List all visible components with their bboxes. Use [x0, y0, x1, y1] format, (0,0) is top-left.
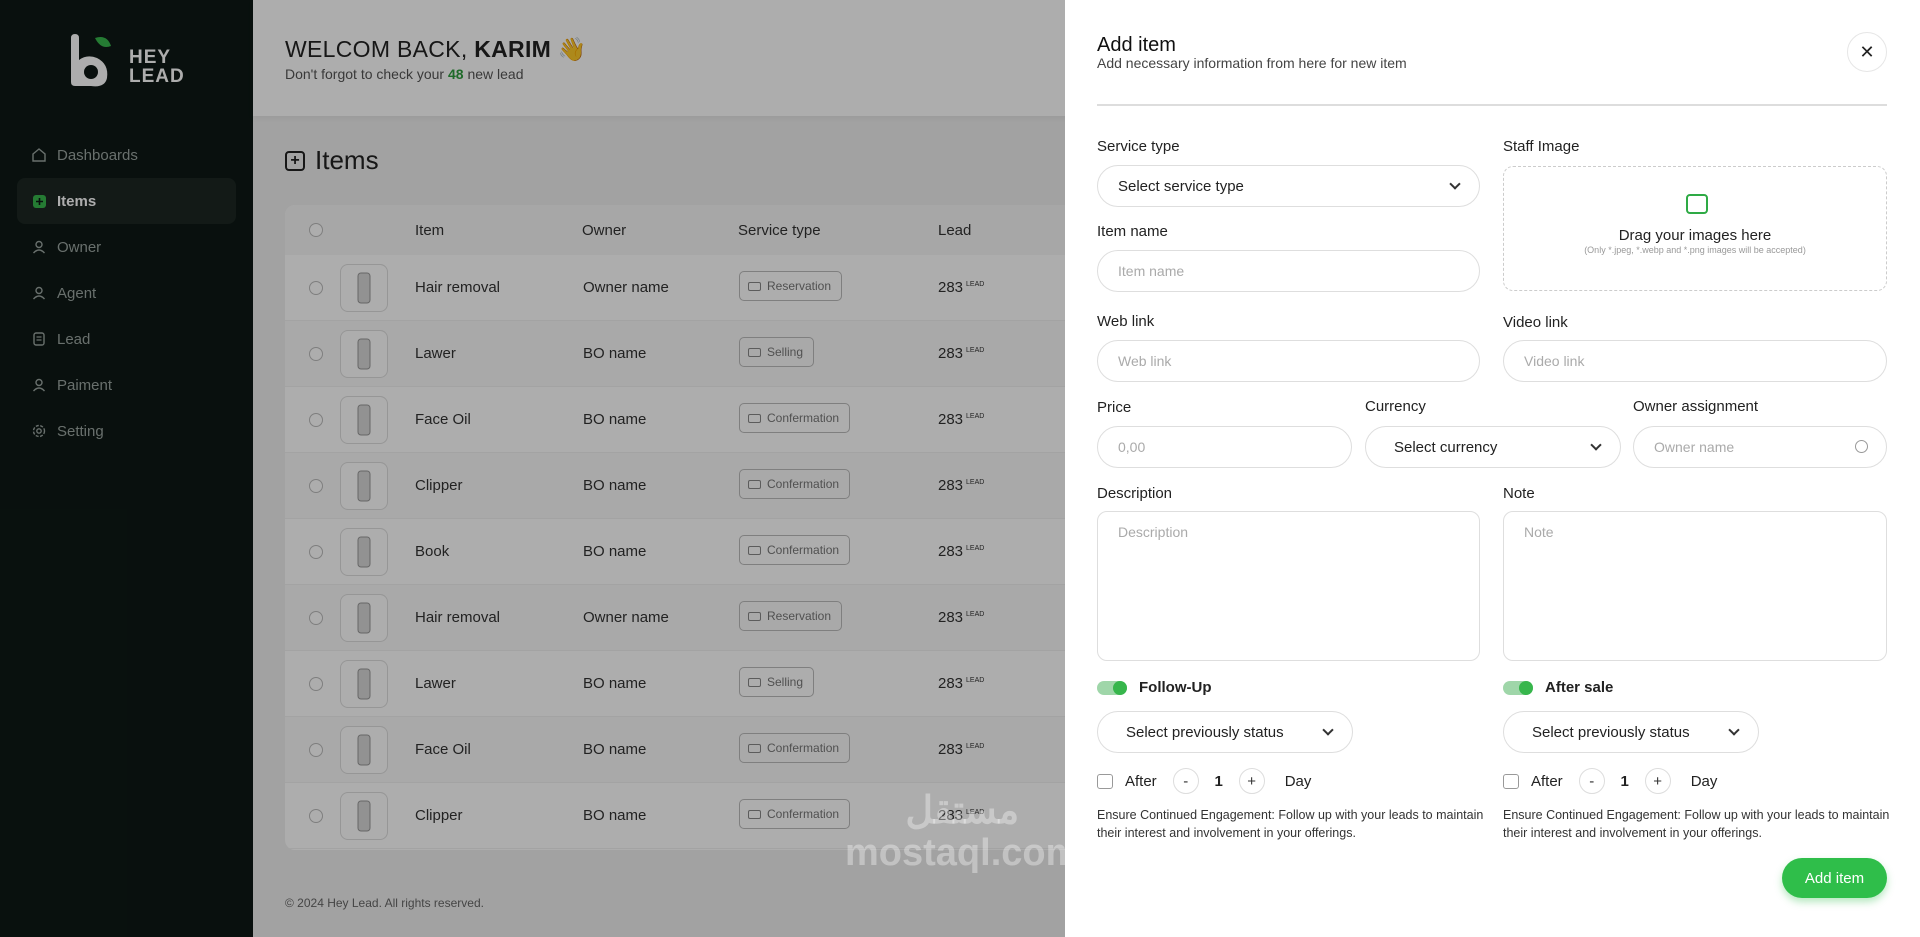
video-link-input[interactable]: Video link — [1503, 340, 1887, 382]
drawer-subtitle: Add necessary information from here for … — [1097, 55, 1407, 71]
watermark: مستقل mostaql.com — [845, 790, 1079, 874]
follow-up-toggle[interactable] — [1097, 681, 1127, 695]
service-type-value: Select service type — [1118, 177, 1244, 195]
chevron-down-icon — [1590, 439, 1602, 451]
day-unit: Day — [1690, 772, 1718, 790]
web-link-input[interactable]: Web link — [1097, 340, 1480, 382]
after-label: After — [1531, 772, 1563, 790]
calendar-icon — [1097, 773, 1113, 789]
watermark-latin: mostaql.com — [845, 832, 1080, 874]
after-sale-toggle[interactable] — [1503, 681, 1533, 695]
currency-value: Select currency — [1394, 438, 1498, 456]
drawer-title: Add item — [1097, 34, 1176, 56]
staff-image-label: Staff Image — [1503, 138, 1580, 155]
owner-placeholder: Owner name — [1654, 439, 1735, 455]
chevron-down-icon — [1449, 178, 1461, 190]
add-item-drawer: Add item Add necessary information from … — [1065, 0, 1920, 937]
after-sale-status-select[interactable]: Select previously status — [1503, 711, 1759, 753]
currency-select[interactable]: Select currency — [1365, 426, 1621, 468]
watermark-arabic: مستقل — [905, 790, 1020, 832]
item-name-input[interactable]: Item name — [1097, 250, 1480, 292]
day-count: 1 — [1620, 772, 1629, 790]
chevron-down-icon — [1322, 724, 1334, 736]
description-textarea[interactable]: Description — [1097, 511, 1480, 661]
after-sale-status-value: Select previously status — [1532, 723, 1690, 741]
description-placeholder: Description — [1118, 524, 1189, 540]
close-icon: ✕ — [1859, 41, 1875, 62]
divider — [1097, 104, 1887, 106]
note-placeholder: Note — [1524, 524, 1554, 540]
day-count: 1 — [1214, 772, 1223, 790]
calendar-icon — [1503, 773, 1519, 789]
image-upload-icon — [1686, 194, 1708, 214]
image-dropzone[interactable]: Drag your images here (Only *.jpeg, *.we… — [1503, 166, 1887, 291]
follow-up-status-value: Select previously status — [1126, 723, 1284, 741]
increment-button[interactable]: + — [1644, 768, 1671, 794]
item-name-label: Item name — [1097, 223, 1168, 240]
note-label: Note — [1503, 485, 1535, 502]
owner-assignment-label: Owner assignment — [1633, 398, 1759, 415]
after-sale-label: After sale — [1545, 679, 1614, 696]
after-sale-hint: Ensure Continued Engagement: Follow up w… — [1503, 808, 1890, 840]
search-icon[interactable] — [1855, 440, 1868, 453]
dropzone-hint: (Only *.jpeg, *.webp and *.png images wi… — [1584, 245, 1806, 255]
follow-up-status-select[interactable]: Select previously status — [1097, 711, 1353, 753]
price-placeholder: 0,00 — [1118, 439, 1146, 455]
after-sale-delay: After - 1 + Day — [1503, 768, 1717, 794]
web-link-placeholder: Web link — [1118, 353, 1172, 369]
dropzone-title: Drag your images here — [1618, 227, 1772, 244]
follow-up-hint: Ensure Continued Engagement: Follow up w… — [1097, 808, 1484, 840]
follow-up-label: Follow-Up — [1139, 679, 1212, 696]
owner-assignment-input[interactable]: Owner name — [1633, 426, 1887, 468]
price-input[interactable]: 0,00 — [1097, 426, 1352, 468]
service-type-label: Service type — [1097, 138, 1180, 155]
after-label: After — [1125, 772, 1157, 790]
increment-button[interactable]: + — [1238, 768, 1265, 794]
web-link-label: Web link — [1097, 313, 1155, 330]
video-link-placeholder: Video link — [1524, 353, 1585, 369]
item-name-placeholder: Item name — [1118, 263, 1185, 279]
add-item-button[interactable]: Add item — [1782, 858, 1887, 898]
price-label: Price — [1097, 399, 1132, 416]
description-label: Description — [1097, 485, 1173, 502]
decrement-button[interactable]: - — [1172, 768, 1199, 794]
video-link-label: Video link — [1503, 314, 1568, 331]
service-type-select[interactable]: Select service type — [1097, 165, 1480, 207]
decrement-button[interactable]: - — [1578, 768, 1605, 794]
currency-label: Currency — [1365, 398, 1426, 415]
day-unit: Day — [1284, 772, 1312, 790]
chevron-down-icon — [1728, 724, 1740, 736]
note-textarea[interactable]: Note — [1503, 511, 1887, 661]
close-button[interactable]: ✕ — [1847, 32, 1887, 72]
follow-up-delay: After - 1 + Day — [1097, 768, 1311, 794]
